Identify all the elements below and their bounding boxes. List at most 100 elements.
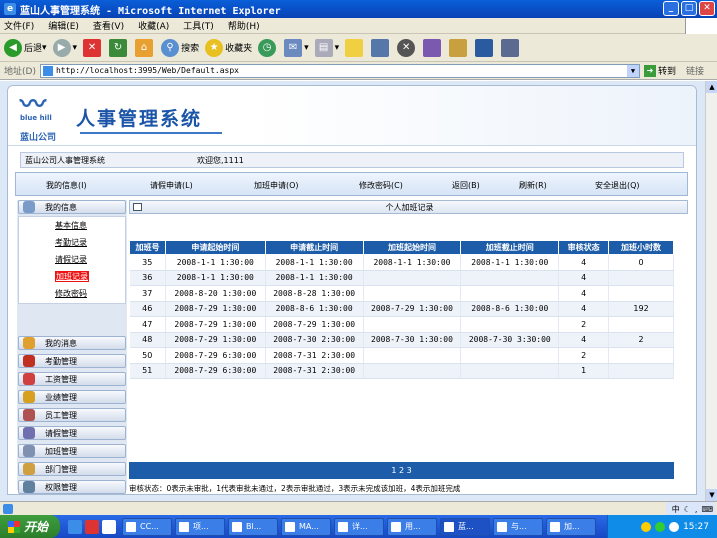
sidebar-item-attendance[interactable]: 考勤记录 [55,237,87,248]
sidebar-group-performance[interactable]: 业绩管理 [18,390,126,404]
cell-apply-end: 2008-7-31 2:30:00 [265,347,364,364]
taskbar-item-active[interactable]: 蓝... [440,517,490,536]
nav-overtime-request[interactable]: 加班申请(O) [254,180,299,191]
forward-button[interactable]: ▶ ▾ [52,38,77,57]
taskbar-item[interactable]: MA... [281,517,331,536]
taskbar: 开始 CC... 项... Bl... MA... 详... 用... 蓝...… [0,515,717,538]
scroll-up-icon[interactable]: ▲ [706,81,717,93]
cell-overtime-start: 2008-7-29 1:30:00 [363,301,462,317]
ime-indicator[interactable]: 中 [672,504,680,515]
back-button[interactable]: ◀ 后退 ▾ [4,38,47,57]
links-button[interactable]: 链接 [686,64,704,77]
tool-button-3[interactable] [449,38,469,57]
stop-button[interactable]: ✕ [83,38,103,57]
edit-button[interactable] [345,38,365,57]
keyboard-icon[interactable]: ⌨ [701,505,713,514]
speaker-icon[interactable] [669,521,680,532]
sidebar-group-attendance[interactable]: 考勤管理 [18,354,126,368]
window-title: 蓝山人事管理系统 - Microsoft Internet Explorer [20,5,281,17]
taskbar-item[interactable]: CC... [122,517,172,536]
main-panel: 个人加班记录 加班号 申请起始时间 申请截止时间 加班起始时间 加班截止时间 审… [129,200,688,493]
app-quicklaunch-icon[interactable] [85,519,99,534]
forward-arrow-icon: ▶ [52,38,71,57]
close-button[interactable]: ✕ [699,1,715,16]
menu-file[interactable]: 文件(F) [4,19,34,32]
menu-tools[interactable]: 工具(T) [183,19,214,32]
refresh-button[interactable]: ↻ [109,38,129,57]
app-quicklaunch-icon[interactable] [102,519,116,534]
taskbar-item[interactable]: 详... [334,517,384,536]
sidebar: 我的信息 基本信息 考勤记录 请假记录 加班记录 修改密码 我的消息 考勤管理 … [17,200,127,494]
address-input[interactable]: http://localhost:3995/Web/Default.aspx ▼ [39,63,640,78]
sidebar-group-permissions[interactable]: 权限管理 [18,480,126,494]
taskbar-item[interactable]: 用... [387,517,437,536]
maximize-button[interactable]: □ [681,1,697,16]
menu-help[interactable]: 帮助(H) [228,19,260,32]
minimize-button[interactable]: _ [663,1,679,16]
clock: 15:27 [683,521,709,532]
print-button[interactable]: ▤ ▾ [314,38,339,57]
go-button[interactable]: ➜ 转到 [643,64,676,77]
table-row: 36 2008-1-1 1:30:00 2008-1-1 1:30:00 4 [129,270,674,286]
sidebar-group-messages[interactable]: 我的消息 [18,336,126,350]
cell-overtime-id: 50 [129,347,166,364]
ie-quicklaunch-icon[interactable] [68,519,82,534]
favorites-button[interactable]: ★ 收藏夹 [205,38,252,57]
sidebar-group-leave[interactable]: 请假管理 [18,426,126,440]
tray-icon[interactable] [641,521,652,532]
nav-change-password[interactable]: 修改密码(C) [359,180,403,191]
history-button[interactable]: ◷ [258,38,278,57]
cell-review-status: 4 [558,301,610,317]
cell-apply-end: 2008-1-1 1:30:00 [265,254,364,271]
browser-statusbar: 中 ☾ , ⌨ [0,501,717,516]
taskbar-item[interactable]: 与... [493,517,543,536]
cell-apply-start: 2008-7-29 1:30:00 [165,301,266,317]
nav-leave-request[interactable]: 请假申请(L) [150,180,193,191]
tool-button-4[interactable] [475,38,495,57]
system-name: 蓝山公司人事管理系统 [25,155,105,165]
sidebar-item-password[interactable]: 修改密码 [55,288,87,299]
menu-favorites[interactable]: 收藏(A) [138,19,169,32]
address-dropdown-icon[interactable]: ▼ [626,64,639,77]
nav-my-info[interactable]: 我的信息(I) [46,180,87,191]
cell-overtime-end [460,347,560,364]
message-icon [23,337,35,349]
web-content: 〰 blue hill 蓝山公司 人事管理系统 蓝山公司人事管理系统 欢迎您,1… [0,81,705,501]
cell-review-status: 2 [558,316,610,333]
start-button[interactable]: 开始 [0,515,60,538]
tool-button-2[interactable] [423,38,443,57]
history-icon: ◷ [258,38,277,57]
mail-button[interactable]: ✉ ▾ [284,38,309,57]
sidebar-item-leave[interactable]: 请假记录 [55,254,87,265]
taskbar-item[interactable]: Bl... [228,517,278,536]
sidebar-group-departments[interactable]: 部门管理 [18,462,126,476]
sidebar-item-overtime[interactable]: 加班记录 [55,271,89,282]
search-button[interactable]: ⚲ 搜索 [161,38,199,57]
pager: 1 2 3 [129,462,674,479]
sidebar-group-employees[interactable]: 员工管理 [18,408,126,422]
home-button[interactable]: ⌂ [135,38,155,57]
taskbar-item[interactable]: 加... [546,517,596,536]
nav-back[interactable]: 返回(B) [452,180,480,191]
taskbar-item[interactable]: 项... [175,517,225,536]
col-overtime-id: 加班号 [129,240,166,255]
nav-refresh[interactable]: 刷新(R) [519,180,547,191]
sidebar-group-salary[interactable]: 工资管理 [18,372,126,386]
table-header-row: 加班号 申请起始时间 申请截止时间 加班起始时间 加班截止时间 审核状态 加班小… [129,240,674,255]
scroll-down-icon[interactable]: ▼ [706,489,717,501]
sidebar-group-overtime[interactable]: 加班管理 [18,444,126,458]
ie-icon [444,521,454,532]
vertical-scrollbar[interactable]: ▲ ▼ [705,81,717,501]
pager-links[interactable]: 1 2 3 [391,466,411,475]
tool-button-5[interactable] [501,38,521,57]
sidebar-group-my-info[interactable]: 我的信息 [18,200,126,214]
tray-icon[interactable] [655,521,666,532]
sidebar-item-basic-info[interactable]: 基本信息 [55,220,87,231]
menu-view[interactable]: 查看(V) [93,19,124,32]
menu-edit[interactable]: 编辑(E) [48,19,79,32]
cell-overtime-id: 37 [129,285,166,302]
discuss-button[interactable] [371,38,391,57]
nav-logout[interactable]: 安全退出(Q) [595,180,640,191]
logo-mark-icon: 〰 [20,90,46,120]
tool-button-1[interactable]: ✕ [397,38,417,57]
